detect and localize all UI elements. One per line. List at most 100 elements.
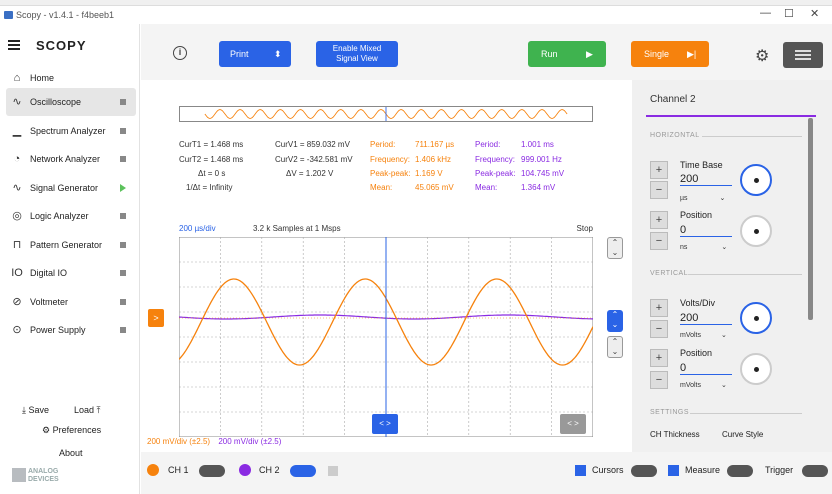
measure-label[interactable]: Measure	[685, 465, 720, 475]
sidebar-item-label: Voltmeter	[30, 297, 69, 307]
preferences-label: Preferences	[52, 425, 102, 435]
volts-div-minus-button[interactable]: −	[650, 320, 668, 338]
volts-div-input[interactable]: 200	[680, 312, 732, 325]
panel-title: Channel 2	[650, 94, 696, 105]
time-base-minus-button[interactable]: −	[650, 181, 668, 199]
volts-div-knob[interactable]	[740, 302, 772, 334]
settings-gear-icon[interactable]: ⚙	[755, 46, 769, 66]
section-settings: SETTINGS	[650, 409, 690, 416]
ch1-period-value: 711.167 µs	[415, 140, 455, 149]
sidebar-item-network-analyzer[interactable]: ◔ Network Analyzer	[6, 145, 136, 173]
cursors-menu-toggle[interactable]	[631, 465, 657, 477]
ch1-peak-peak-value: 1.169 V	[415, 169, 443, 178]
oscilloscope-plot[interactable]	[179, 237, 593, 437]
sidebar-item-signal-generator[interactable]: ∿ Signal Generator	[6, 174, 136, 202]
trigger-level-handle[interactable]: >	[148, 309, 164, 327]
print-button[interactable]: Print ⬍	[219, 41, 291, 67]
sidebar-item-label: Home	[30, 73, 55, 83]
panel-scrollbar[interactable]	[808, 118, 813, 320]
v-position-input[interactable]: 0	[680, 362, 732, 375]
close-button[interactable]: ✕	[810, 7, 819, 20]
single-button[interactable]: Single ▶|	[631, 41, 709, 67]
sidebar-item-voltmeter[interactable]: ⊘ Voltmeter	[6, 288, 136, 316]
ch1-vertical-position-control[interactable]: ⌃ ⌄	[607, 237, 623, 259]
load-button[interactable]: Load ⤒	[74, 405, 101, 416]
ch2-peak-peak-label: Peak-peak:	[475, 169, 516, 178]
add-channel-button[interactable]	[328, 466, 338, 476]
h-position-plus-button[interactable]: +	[650, 211, 668, 229]
ch2-color-dot[interactable]	[239, 464, 251, 476]
hamburger-menu-icon[interactable]	[8, 40, 20, 50]
v-position-unit[interactable]: mVolts ⌄	[680, 381, 727, 389]
v-position-knob[interactable]	[740, 353, 772, 385]
run-button[interactable]: Run ▶	[528, 41, 606, 67]
status-indicator	[120, 327, 126, 333]
load-icon: ⤒	[96, 405, 101, 415]
sidebar-item-power-supply[interactable]: ⊙ Power Supply	[6, 316, 136, 344]
samples-label: 3.2 k Samples at 1 Msps	[253, 224, 341, 233]
sidebar-item-digital-io[interactable]: IO Digital IO	[6, 259, 136, 287]
run-label: Run	[541, 49, 558, 59]
volts-div-unit[interactable]: mVolts ⌄	[680, 331, 727, 339]
time-base-unit[interactable]: µs ⌄	[680, 194, 725, 202]
sidebar-item-label: Spectrum Analyzer	[30, 126, 106, 136]
timebase-label: 200 µs/div	[179, 224, 216, 233]
ch1-color-dot[interactable]	[147, 464, 159, 476]
play-icon: ▶	[586, 49, 593, 59]
preferences-button[interactable]: ⚙ Preferences	[42, 425, 101, 436]
ch1-label[interactable]: CH 1	[168, 465, 189, 475]
pattern-icon: ⊓	[12, 239, 22, 251]
h-position-minus-button[interactable]: −	[650, 232, 668, 250]
panel-menu-button[interactable]	[783, 42, 823, 68]
signal-icon: ∿	[12, 182, 22, 194]
sidebar-item-label: Signal Generator	[30, 183, 99, 193]
spectrum-icon: ▁	[12, 125, 22, 137]
v-position-minus-button[interactable]: −	[650, 371, 668, 389]
sidebar-item-spectrum-analyzer[interactable]: ▁ Spectrum Analyzer	[6, 117, 136, 145]
h-position-knob[interactable]	[740, 215, 772, 247]
v-position-plus-button[interactable]: +	[650, 349, 668, 367]
enable-mixed-signal-view-button[interactable]: Enable Mixed Signal View	[316, 41, 398, 67]
status-indicator	[120, 128, 126, 134]
trigger-label[interactable]: Trigger	[765, 465, 793, 475]
sidebar-item-pattern-generator[interactable]: ⊓ Pattern Generator	[6, 231, 136, 259]
gear-icon: ⚙	[42, 425, 51, 435]
time-base-plus-button[interactable]: +	[650, 161, 668, 179]
ch2-vertical-position-control[interactable]: ⌃ ⌄	[607, 310, 623, 332]
title-bar: Scopy - v1.4.1 - f4beeb1 — ☐ ✕	[0, 6, 832, 24]
minimize-button[interactable]: —	[760, 7, 771, 19]
measure-menu-toggle[interactable]	[727, 465, 753, 477]
sidebar-item-oscilloscope[interactable]: ∿ Oscilloscope	[6, 88, 136, 116]
status-indicator	[120, 156, 126, 162]
horizontal-cursor-handle[interactable]: < >	[560, 414, 586, 434]
cursor-delta-t: Δt = 0 s	[198, 169, 226, 178]
trigger-menu-toggle[interactable]	[802, 465, 828, 477]
status-indicator	[120, 213, 126, 219]
info-icon[interactable]: i	[173, 46, 187, 60]
save-button[interactable]: ⤓ Save	[22, 405, 49, 416]
cursors-label[interactable]: Cursors	[592, 465, 624, 475]
measure-checkbox[interactable]	[668, 465, 679, 476]
waveform-overview	[179, 106, 593, 122]
sidebar-item-logic-analyzer[interactable]: ◎ Logic Analyzer	[6, 202, 136, 230]
maximize-button[interactable]: ☐	[784, 7, 794, 20]
ch1-offset-control[interactable]: ⌃ ⌄	[607, 336, 623, 358]
time-base-knob[interactable]	[740, 164, 772, 196]
sidebar-item-label: Pattern Generator	[30, 240, 103, 250]
print-label: Print	[230, 49, 249, 59]
ch1-menu-toggle[interactable]	[199, 465, 225, 477]
cursors-checkbox[interactable]	[575, 465, 586, 476]
section-divider	[690, 413, 802, 414]
volts-div-plus-button[interactable]: +	[650, 299, 668, 317]
about-button[interactable]: About	[59, 448, 83, 458]
h-position-unit[interactable]: ns ⌄	[680, 243, 727, 251]
cursor-inv-delta-t: 1/Δt = Infinity	[186, 183, 233, 192]
ch2-label[interactable]: CH 2	[259, 465, 280, 475]
print-options-icon: ⬍	[274, 49, 282, 59]
h-position-input[interactable]: 0	[680, 224, 732, 237]
logic-icon: ◎	[12, 210, 22, 222]
horizontal-position-handle[interactable]: < >	[372, 414, 398, 434]
ch2-menu-toggle[interactable]	[290, 465, 316, 477]
status-indicator	[120, 270, 126, 276]
time-base-input[interactable]: 200	[680, 173, 732, 186]
